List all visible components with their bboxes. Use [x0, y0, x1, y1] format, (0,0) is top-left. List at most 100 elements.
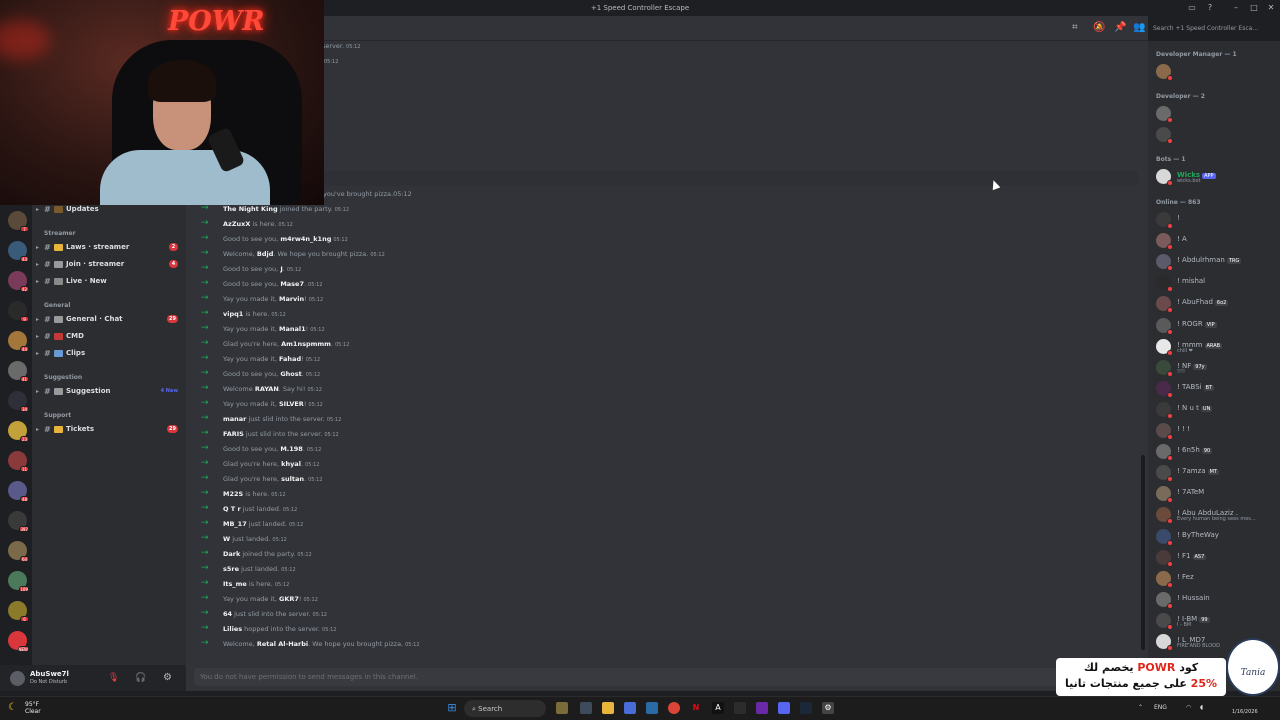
- app-icon[interactable]: [624, 702, 636, 714]
- channel-category[interactable]: Streamer: [44, 230, 76, 237]
- channel-item[interactable]: ▸ # General · Chat 29: [36, 312, 182, 326]
- username[interactable]: m4rw4n_k1ng: [280, 235, 331, 243]
- server-icon[interactable]: 23: [8, 421, 29, 442]
- pin-icon[interactable]: 📌: [1114, 22, 1126, 33]
- member-list-icon[interactable]: 👥: [1133, 22, 1145, 33]
- username[interactable]: M.198: [280, 445, 303, 453]
- username[interactable]: Fahad: [279, 355, 301, 363]
- server-icon[interactable]: 109: [8, 571, 29, 592]
- username[interactable]: Marvin: [279, 295, 304, 303]
- member-item[interactable]: ! ROGR VIP: [1155, 316, 1277, 335]
- discord-icon[interactable]: [778, 702, 790, 714]
- threads-icon[interactable]: ⌗: [1072, 22, 1078, 33]
- wifi-icon[interactable]: ◠: [1186, 704, 1191, 711]
- member-item[interactable]: ! ByTheWay: [1155, 527, 1277, 546]
- inbox-icon[interactable]: ▭: [1187, 3, 1197, 13]
- member-item[interactable]: ! TABSi BT: [1155, 379, 1277, 398]
- member-item[interactable]: ! A: [1155, 231, 1277, 251]
- channel-item[interactable]: ▸ # Join · streamer 4: [36, 257, 182, 271]
- search-input[interactable]: Search +1 Speed Controller Esca...: [1148, 21, 1270, 36]
- member-item[interactable]: ! AbuFhad 6o2: [1155, 294, 1277, 314]
- help-icon[interactable]: ?: [1205, 3, 1215, 13]
- server-icon[interactable]: 48: [8, 481, 29, 502]
- clock-date[interactable]: 1/16/2026: [1232, 709, 1258, 715]
- username[interactable]: Its_me: [223, 580, 247, 588]
- member-item[interactable]: ! Abu AbduLaziz . Every human being sees …: [1155, 505, 1277, 525]
- channel-category[interactable]: General: [44, 302, 70, 309]
- username[interactable]: The Night King: [223, 205, 278, 213]
- username[interactable]: MB_17: [223, 520, 247, 528]
- username[interactable]: Lilies: [223, 625, 242, 633]
- settings-icon[interactable]: ⚙: [822, 702, 834, 714]
- file-explorer-icon[interactable]: [602, 702, 614, 714]
- username[interactable]: Am1nspmmm: [281, 340, 331, 348]
- member-item[interactable]: ! Abdulrhman TRG: [1155, 252, 1277, 272]
- server-icon[interactable]: 41: [8, 361, 29, 382]
- username[interactable]: Ghost: [280, 370, 301, 378]
- deafen-icon[interactable]: 🎧: [135, 673, 146, 683]
- server-icon[interactable]: 64: [8, 541, 29, 562]
- maximize-icon[interactable]: □: [1249, 3, 1259, 13]
- tray-chevron-icon[interactable]: ⌃: [1138, 704, 1143, 711]
- chrome-icon[interactable]: [668, 702, 680, 714]
- member-item[interactable]: ! ! !: [1155, 421, 1277, 440]
- member-item[interactable]: ! F1 AS7: [1155, 548, 1277, 567]
- volume-icon[interactable]: ◖: [1200, 704, 1203, 711]
- close-icon[interactable]: ✕: [1266, 3, 1276, 13]
- notification-icon[interactable]: 🔕: [1093, 22, 1105, 33]
- member-item[interactable]: ! mmm ARAB chill ❤: [1155, 337, 1277, 356]
- netflix-icon[interactable]: N: [690, 702, 702, 714]
- channel-category[interactable]: Support: [44, 412, 71, 419]
- username[interactable]: AzZuxX: [223, 220, 250, 228]
- member-item[interactable]: ! 7amza MT: [1155, 463, 1277, 483]
- channel-item[interactable]: ▸ # Clips: [36, 346, 182, 360]
- server-icon[interactable]: 11: [8, 451, 29, 472]
- server-icon[interactable]: 7: [8, 211, 29, 232]
- member-item[interactable]: ! N u t UN: [1155, 400, 1277, 419]
- username[interactable]: manar: [223, 415, 246, 423]
- member-item[interactable]: ! I-BM 99 I - BM: [1155, 611, 1277, 630]
- username[interactable]: sultan: [281, 475, 304, 483]
- channel-item[interactable]: ▸ # Laws · streamer 2: [36, 240, 182, 254]
- member-item[interactable]: ! 6n5h 90: [1155, 442, 1277, 462]
- member-item[interactable]: Wicks APP wicks.bot: [1155, 167, 1277, 186]
- server-icon[interactable]: NEW: [8, 631, 29, 652]
- username[interactable]: GKR7: [279, 595, 299, 603]
- username[interactable]: 64: [223, 610, 232, 618]
- member-item[interactable]: ! Hussain: [1155, 590, 1277, 609]
- username[interactable]: SILVER: [279, 400, 304, 408]
- minimize-icon[interactable]: –: [1231, 3, 1241, 13]
- server-icon[interactable]: 34: [8, 391, 29, 412]
- username[interactable]: Bdjd: [257, 250, 274, 258]
- app-icon[interactable]: A: [712, 702, 724, 714]
- member-item[interactable]: !: [1155, 210, 1277, 229]
- server-icon[interactable]: 9: [8, 301, 29, 322]
- scrollbar[interactable]: [1141, 455, 1145, 650]
- username[interactable]: Q T r: [223, 505, 241, 513]
- member-item[interactable]: ! Fez: [1155, 569, 1277, 588]
- username[interactable]: Retal Al-Harbi: [257, 640, 308, 648]
- username[interactable]: RAYAN: [255, 385, 279, 393]
- member-item[interactable]: [1155, 104, 1277, 123]
- task-view-icon[interactable]: [580, 702, 592, 714]
- member-item[interactable]: ! 7ATeM: [1155, 484, 1277, 504]
- username[interactable]: Manal1: [279, 325, 306, 333]
- server-icon[interactable]: 44: [8, 331, 29, 352]
- server-icon[interactable]: 43: [8, 241, 29, 262]
- channel-item[interactable]: ▸ # CMD: [36, 329, 182, 343]
- taskbar-search[interactable]: ⌕ Search: [464, 700, 546, 717]
- gear-icon[interactable]: ⚙: [163, 672, 172, 683]
- language-indicator[interactable]: ENG: [1154, 704, 1167, 711]
- steam-icon[interactable]: [800, 702, 812, 714]
- weather-widget[interactable]: 95°F Clear: [25, 701, 41, 715]
- mute-icon[interactable]: 🎙: [108, 673, 119, 683]
- channel-category[interactable]: Suggestion: [44, 374, 82, 381]
- app-icon[interactable]: [734, 702, 746, 714]
- channel-item[interactable]: ▸ # Live · New: [36, 274, 182, 288]
- username[interactable]: Mase7: [280, 280, 304, 288]
- app-icon[interactable]: [556, 702, 568, 714]
- channel-item[interactable]: ▸ # Tickets 29: [36, 422, 182, 436]
- username[interactable]: s5re: [223, 565, 239, 573]
- user-avatar[interactable]: [10, 671, 25, 686]
- username[interactable]: M22S: [223, 490, 243, 498]
